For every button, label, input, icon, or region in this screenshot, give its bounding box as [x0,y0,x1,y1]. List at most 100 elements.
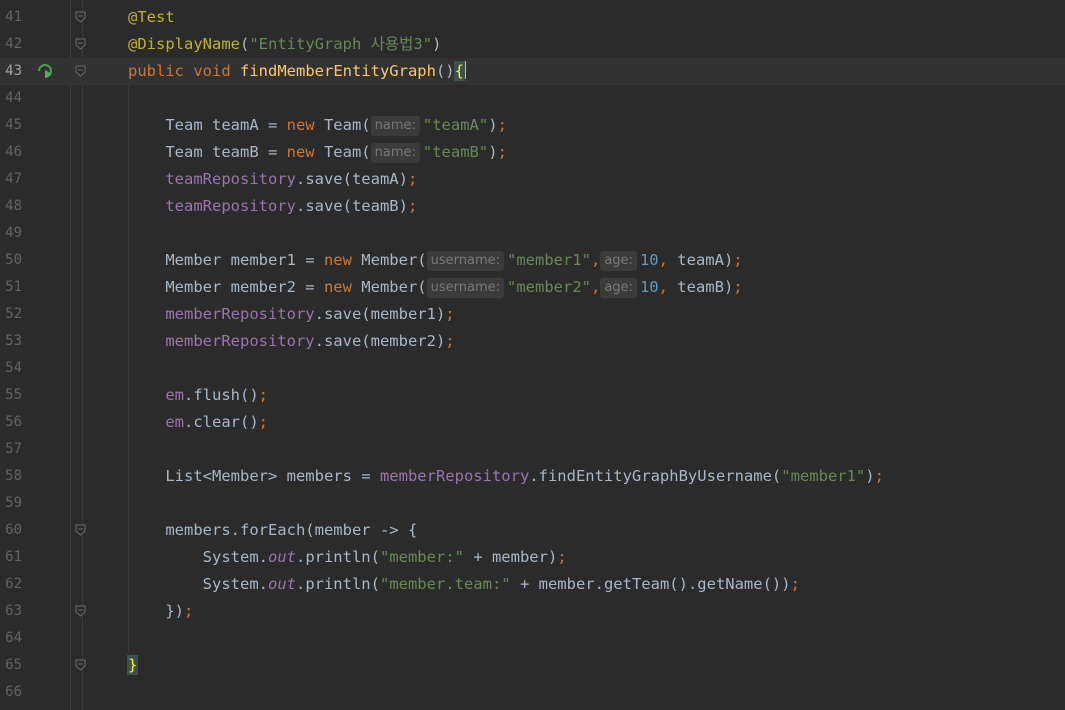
line-number[interactable]: 65 [0,652,22,679]
code-token: .println( [295,575,380,593]
code-token: members.forEach(member -> { [128,521,418,539]
code-text[interactable]: members.forEach(member -> { [128,517,417,544]
code-text[interactable]: em.clear(); [128,409,268,436]
code-text[interactable]: memberRepository.save(member1); [128,301,455,328]
line-number[interactable]: 44 [0,85,22,112]
code-line[interactable]: 46 Team teamB = new Team(name: "teamB"); [0,139,1065,166]
code-line[interactable]: 42 @DisplayName("EntityGraph 사용법3") [0,31,1065,58]
fold-marker-icon[interactable] [75,605,86,617]
line-number[interactable]: 60 [0,517,22,544]
code-line[interactable]: 54 [0,355,1065,382]
code-line[interactable]: 45 Team teamA = new Team(name: "teamA"); [0,112,1065,139]
code-line[interactable]: 62 System.out.println("member.team:" + m… [0,571,1065,598]
code-token: teamB) [677,278,734,296]
code-line[interactable]: 65} [0,652,1065,679]
code-text[interactable]: Member member2 = new Member(username: "me… [128,274,743,301]
code-token: Team teamA = [128,116,287,134]
fold-marker-icon[interactable] [75,11,86,23]
code-line[interactable]: 44 [0,85,1065,112]
line-number[interactable]: 42 [0,31,22,58]
code-line[interactable]: 56 em.clear(); [0,409,1065,436]
code-text[interactable]: public void findMemberEntityGraph(){ [128,58,466,85]
code-line[interactable]: 47 teamRepository.save(teamA); [0,166,1065,193]
line-number[interactable]: 50 [0,247,22,274]
fold-marker-icon[interactable] [75,65,86,77]
code-line[interactable]: 55 em.flush(); [0,382,1065,409]
line-number[interactable]: 46 [0,139,22,166]
code-text[interactable]: }); [128,598,193,625]
code-token: ; [497,143,507,161]
code-text[interactable]: em.flush(); [128,382,268,409]
line-number[interactable]: 52 [0,301,22,328]
fold-marker-icon[interactable] [75,659,86,671]
line-number[interactable]: 57 [0,436,22,463]
code-token: ; [258,386,268,404]
code-text[interactable]: teamRepository.save(teamA); [128,166,417,193]
line-number[interactable]: 55 [0,382,22,409]
line-number[interactable]: 56 [0,409,22,436]
code-line[interactable]: 61 System.out.println("member:" + member… [0,544,1065,571]
code-text[interactable]: Team teamB = new Team(name: "teamB"); [128,139,507,166]
line-number[interactable]: 62 [0,571,22,598]
code-line[interactable]: 43 public void findMemberEntityGraph(){ [0,58,1065,85]
line-number[interactable]: 59 [0,490,22,517]
code-token: + member) [463,548,558,566]
code-token: new [323,251,362,269]
code-line[interactable]: 59 [0,490,1065,517]
code-line[interactable]: 58 List<Member> members = memberReposito… [0,463,1065,490]
code-token: Team teamB = [128,143,287,161]
line-number[interactable]: 53 [0,328,22,355]
line-number[interactable]: 64 [0,625,22,652]
code-line[interactable]: 51 Member member2 = new Member(username:… [0,274,1065,301]
parameter-hint: username: [426,251,504,271]
parameter-hint: age: [600,278,637,298]
run-test-icon[interactable] [36,63,54,80]
line-number[interactable]: 48 [0,193,22,220]
code-text[interactable]: memberRepository.save(member2); [128,328,454,355]
code-text[interactable]: @DisplayName("EntityGraph 사용법3") [128,31,441,58]
fold-marker-icon[interactable] [75,38,86,50]
line-number[interactable]: 51 [0,274,22,301]
code-line[interactable]: 53 memberRepository.save(member2); [0,328,1065,355]
code-text[interactable]: Team teamA = new Team(name: "teamA"); [128,112,507,139]
code-line[interactable]: 63 }); [0,598,1065,625]
line-number[interactable]: 49 [0,220,22,247]
code-line[interactable]: 57 [0,436,1065,463]
code-line[interactable]: 64 [0,625,1065,652]
code-token: memberRepository [165,332,315,350]
line-number[interactable]: 45 [0,112,22,139]
line-number[interactable]: 63 [0,598,22,625]
code-token: ( [239,35,250,53]
code-token: { [453,61,466,81]
code-text[interactable]: teamRepository.save(teamB); [128,193,417,220]
line-number[interactable]: 41 [0,4,22,31]
code-text[interactable]: System.out.println("member.team:" + memb… [128,571,800,598]
code-line[interactable]: 41 @Test [0,4,1065,31]
code-token: ) [488,116,498,134]
code-line[interactable]: 49 [0,220,1065,247]
code-line[interactable]: 66 [0,679,1065,706]
code-line[interactable]: 60 members.forEach(member -> { [0,517,1065,544]
code-text[interactable]: Member member1 = new Member(username: "me… [128,247,743,274]
code-token: } [126,655,139,675]
fold-marker-icon[interactable] [75,524,86,536]
code-token: .save(member2) [314,332,446,350]
code-text[interactable]: List<Member> members = memberRepository.… [128,463,884,490]
code-token: .flush() [184,386,259,404]
code-line[interactable]: 48 teamRepository.save(teamB); [0,193,1065,220]
line-number[interactable]: 54 [0,355,22,382]
code-line[interactable]: 52 memberRepository.save(member1); [0,301,1065,328]
code-line[interactable]: 50 Member member1 = new Member(username:… [0,247,1065,274]
code-text[interactable]: System.out.println("member:" + member); [128,544,567,571]
line-number[interactable]: 58 [0,463,22,490]
code-token: ; [445,305,455,323]
code-text[interactable]: @Test [128,4,175,31]
line-number[interactable]: 47 [0,166,22,193]
line-number[interactable]: 61 [0,544,22,571]
code-token: .save(member1) [314,305,446,323]
code-text[interactable]: } [126,652,139,679]
line-number[interactable]: 43 [0,58,22,85]
line-number[interactable]: 66 [0,679,22,706]
